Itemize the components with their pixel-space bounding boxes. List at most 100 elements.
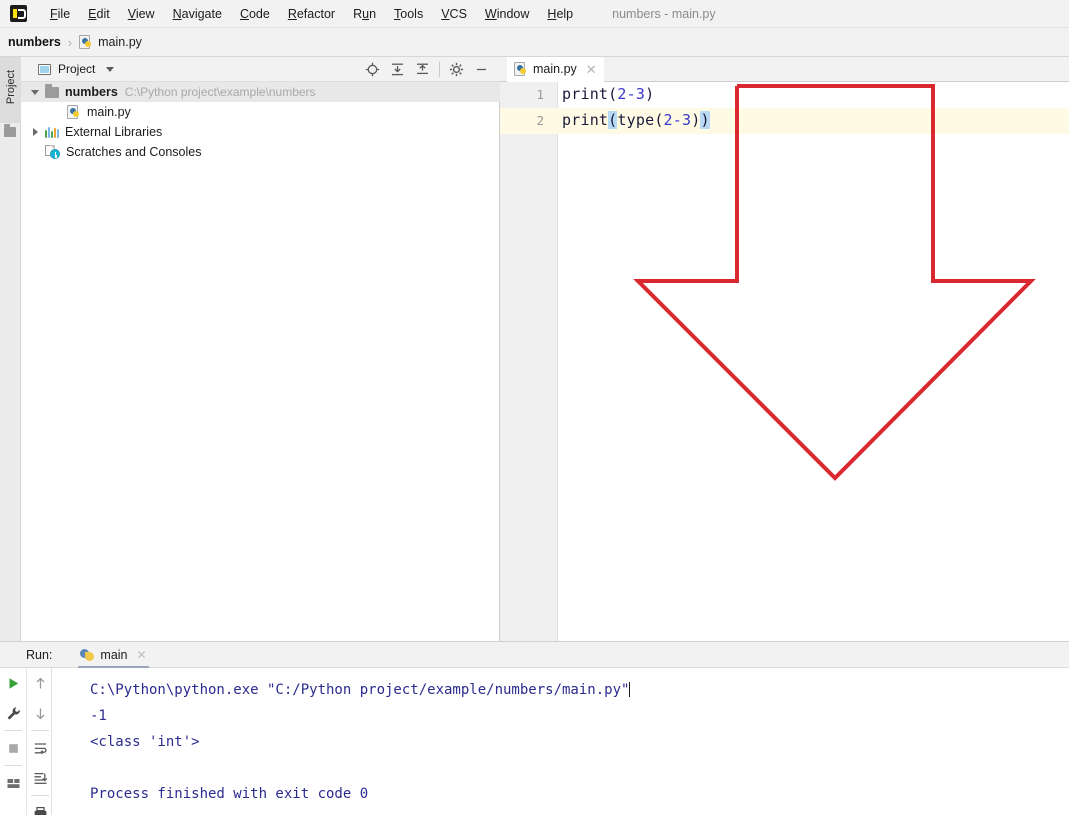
project-window-icon — [38, 63, 51, 75]
wrench-icon[interactable] — [0, 698, 26, 728]
layout-icon[interactable] — [0, 768, 26, 798]
tree-node-label: numbers — [65, 85, 118, 99]
run-toolbar-column-right — [26, 668, 52, 815]
menu-item-window[interactable]: Window — [476, 0, 538, 28]
pycharm-logo-icon — [10, 5, 27, 22]
tree-node-external-libraries[interactable]: External Libraries — [21, 122, 500, 142]
line-number-2: 2 — [536, 113, 544, 128]
toolbar-divider — [439, 62, 440, 77]
breadcrumb-file[interactable]: main.py — [98, 35, 142, 49]
tool-window-label-project: Project — [5, 69, 17, 105]
python-icon — [80, 648, 95, 662]
code-token: type( — [617, 111, 664, 129]
menu-item-view[interactable]: View — [119, 0, 164, 28]
code-token: ) — [645, 85, 655, 103]
chevron-right-icon[interactable] — [31, 127, 40, 137]
breadcrumb: numbers › main.py — [0, 28, 1069, 57]
left-tool-strip: Project — [0, 57, 21, 641]
project-panel: Project numbers C:\Python project\exampl… — [21, 57, 500, 641]
code-token: 3 — [635, 85, 646, 103]
window-title: numbers - main.py — [612, 6, 716, 21]
menu-bar: File Edit View Navigate Code Refactor Run Tools… — [0, 0, 1069, 28]
matched-brace: ) — [700, 111, 710, 129]
project-panel-actions — [360, 57, 494, 82]
console-line: <class 'int'> — [90, 734, 200, 750]
scroll-to-end-icon[interactable] — [27, 763, 53, 793]
arrow-down-icon[interactable] — [27, 698, 53, 728]
editor-gutter[interactable] — [500, 82, 558, 641]
run-tab-main[interactable]: main ✕ — [70, 642, 156, 668]
close-icon[interactable]: ✕ — [137, 648, 147, 662]
code-token: 2 — [663, 111, 673, 129]
menu-item-refactor[interactable]: Refactor — [279, 0, 344, 28]
text-caret — [629, 682, 631, 697]
gear-icon[interactable] — [444, 57, 469, 82]
code-token: 3 — [682, 111, 692, 129]
pycharm-window: File Edit View Navigate Code Refactor Run Tools… — [0, 0, 1069, 815]
divider — [4, 765, 22, 766]
code-token: - — [626, 85, 636, 103]
menu-items: File Edit View Navigate Code Refactor Run Tools… — [41, 0, 582, 28]
breadcrumb-root[interactable]: numbers — [8, 35, 61, 49]
menu-item-run[interactable]: Run — [344, 0, 385, 28]
code-token: print — [562, 111, 609, 129]
run-toolbar — [0, 668, 52, 815]
menu-item-edit[interactable]: Edit — [79, 0, 119, 28]
console-line: -1 — [90, 708, 107, 724]
code-line-2[interactable]: print(type(2-3)) — [562, 111, 710, 129]
editor-area: main.py ✕ 1 print(2-3) 2 print(type(2-3)) — [500, 57, 1069, 641]
project-panel-header: Project — [21, 57, 500, 82]
divider — [30, 730, 49, 731]
chevron-down-icon[interactable] — [31, 88, 40, 97]
run-tab-label: main — [100, 647, 128, 662]
python-file-icon — [79, 35, 93, 49]
matched-brace: ( — [608, 111, 618, 129]
chevron-down-icon[interactable] — [106, 66, 115, 72]
menu-item-navigate[interactable]: Navigate — [164, 0, 231, 28]
locate-icon[interactable] — [360, 57, 385, 82]
code-token: 2 — [617, 85, 627, 103]
code-token: print( — [562, 85, 618, 103]
scratches-icon — [45, 145, 60, 159]
folder-icon[interactable] — [4, 124, 16, 137]
tool-window-button-project[interactable]: Project — [0, 57, 21, 123]
tree-node-scratches-and-consoles[interactable]: Scratches and Consoles — [21, 142, 500, 162]
menu-item-vcs[interactable]: VCS — [432, 0, 476, 28]
close-icon[interactable]: ✕ — [586, 63, 597, 76]
run-toolbar-column-left — [0, 668, 26, 798]
stop-icon[interactable] — [0, 733, 26, 763]
editor-code-area[interactable] — [558, 82, 1069, 641]
tree-node-label: Scratches and Consoles — [66, 145, 202, 159]
collapse-all-icon[interactable] — [410, 57, 435, 82]
arrow-up-icon[interactable] — [27, 668, 53, 698]
tree-node-path: C:\Python project\example\numbers — [124, 85, 316, 99]
console-line: Process finished with exit code 0 — [90, 786, 369, 802]
soft-wrap-icon[interactable] — [27, 733, 53, 763]
expand-all-icon[interactable] — [385, 57, 410, 82]
menu-item-file[interactable]: File — [41, 0, 79, 28]
run-icon[interactable] — [0, 668, 26, 698]
tree-node-main-py[interactable]: main.py — [21, 102, 500, 122]
run-panel-label: Run: — [26, 647, 53, 662]
run-panel: Run: main ✕ C:\Python\python.exe "C:/Pyt… — [0, 641, 1069, 815]
editor-tab-label: main.py — [533, 62, 577, 76]
console-line: C:\Python\python.exe "C:/Python project/… — [90, 682, 631, 698]
menu-item-help[interactable]: Help — [538, 0, 582, 28]
tree-node-label: main.py — [87, 105, 131, 119]
print-icon[interactable] — [27, 798, 53, 815]
editor-tab-main-py[interactable]: main.py ✕ — [507, 57, 604, 82]
project-panel-title: Project — [58, 62, 96, 76]
code-line-1[interactable]: print(2-3) — [562, 85, 654, 103]
libraries-icon — [45, 126, 59, 138]
tree-node-numbers[interactable]: numbers C:\Python project\example\numbers — [21, 82, 500, 102]
tree-node-label: External Libraries — [65, 125, 163, 139]
tree-arrow-placeholder — [53, 108, 62, 117]
code-token: - — [672, 111, 683, 129]
menu-item-code[interactable]: Code — [231, 0, 279, 28]
minimize-icon[interactable] — [469, 57, 494, 82]
menu-item-tools[interactable]: Tools — [385, 0, 432, 28]
project-tree: numbers C:\Python project\example\numbers… — [21, 82, 500, 162]
console-output[interactable]: C:\Python\python.exe "C:/Python project/… — [52, 668, 1069, 815]
line-number-1: 1 — [536, 87, 544, 102]
